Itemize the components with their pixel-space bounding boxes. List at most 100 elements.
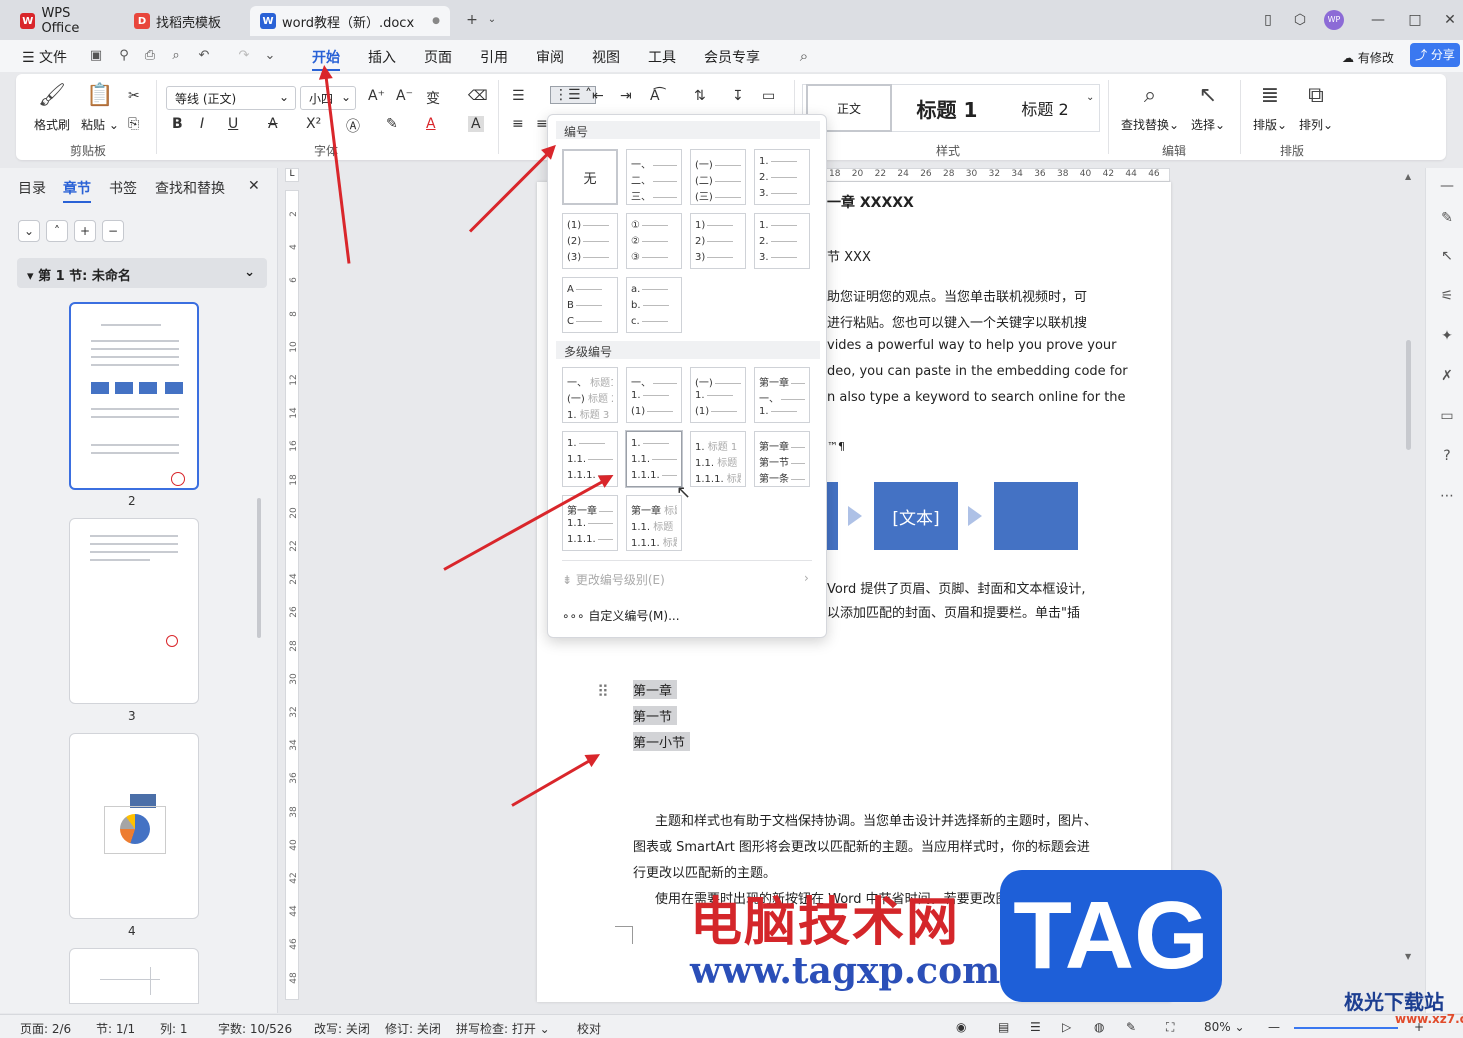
shrink-font-icon[interactable]: A⁻ (396, 88, 413, 104)
numbering-style-option[interactable]: 一、 二、 三、 (626, 149, 682, 205)
help-icon[interactable]: ? (1438, 448, 1456, 466)
smartart-box[interactable] (826, 482, 838, 550)
strikethrough-icon[interactable]: A (268, 116, 278, 132)
numbering-none[interactable]: 无 (562, 149, 618, 205)
tab-wps-office[interactable]: W WPS Office (10, 6, 120, 36)
print-preview-icon[interactable]: ⌕ (168, 48, 184, 64)
cube-icon[interactable]: ⬡ (1290, 10, 1310, 30)
multilevel-style-option[interactable]: 第一章 一、 1. (754, 367, 810, 423)
format-painter-button[interactable]: 🖌 格式刷 (30, 82, 74, 133)
find-replace-button[interactable]: ⌕ 查找替换⌄ (1120, 82, 1180, 133)
page-thumbnail[interactable] (69, 948, 199, 1004)
multilevel-style-option[interactable]: 1. 标题 1 1.1. 标题 2 1.1.1. 标题 3 (690, 431, 746, 487)
status-track-changes[interactable]: 修订: 关闭 (385, 1020, 441, 1037)
numbering-style-option[interactable]: ① ② ③ (626, 213, 682, 269)
nav-tab-bookmarks[interactable]: 书签 (109, 178, 137, 198)
menu-insert[interactable]: 插入 (368, 47, 396, 67)
smartart-box[interactable]: [文本] (874, 482, 958, 550)
pen-icon[interactable]: ✎ (1438, 210, 1456, 228)
avatar[interactable]: WP (1324, 10, 1344, 30)
increase-indent-icon[interactable]: ⇥ (620, 88, 632, 104)
menu-reference[interactable]: 引用 (480, 47, 508, 67)
smartart-box[interactable] (994, 482, 1078, 550)
play-icon[interactable]: ▷ (1062, 1020, 1071, 1034)
status-word-count[interactable]: 字数: 10/526 (218, 1020, 292, 1037)
numbering-style-option[interactable]: (1) (2) (3) (562, 213, 618, 269)
page-thumbnail[interactable] (69, 733, 199, 919)
fit-page-icon[interactable]: ⛶ (1166, 1020, 1174, 1035)
outline-view-icon[interactable]: ☰ (1030, 1020, 1041, 1034)
nav-scrollbar[interactable] (257, 498, 261, 638)
unsaved-dot-icon[interactable]: ● (432, 16, 440, 26)
char-shading-icon[interactable]: A (468, 116, 484, 132)
modified-status[interactable]: ☁ 有修改 (1342, 49, 1394, 66)
multilevel-style-option[interactable]: 一、 1. (1) (626, 367, 682, 423)
more-icon[interactable]: ⋯ (1438, 488, 1456, 506)
multilevel-style-option[interactable]: 一、 标题1 (一) 标题 2 1. 标题 3 (562, 367, 618, 423)
underline-icon[interactable]: U (228, 116, 238, 132)
cursor-icon[interactable]: ↖ (1438, 248, 1456, 266)
bold-icon[interactable]: B (172, 116, 183, 132)
page-thumbnail[interactable] (69, 518, 199, 704)
ruler-corner[interactable]: L (285, 168, 299, 182)
align-center-icon[interactable]: ≡ (536, 116, 548, 132)
show-marks-icon[interactable]: ▭ (762, 88, 775, 104)
menu-tools[interactable]: 工具 (648, 47, 676, 67)
document-scrollbar[interactable] (1406, 340, 1411, 450)
nav-tab-toc[interactable]: 目录 (18, 178, 46, 198)
tab-docer-templates[interactable]: D 找稻壳模板 (124, 6, 246, 36)
undo-icon[interactable]: ↶ (196, 48, 212, 64)
highlight-icon[interactable]: ✎ (386, 116, 398, 132)
add-section-icon[interactable]: + (74, 220, 96, 242)
menu-review[interactable]: 审阅 (536, 47, 564, 67)
numbering-style-option[interactable]: (一) (二) (三) (690, 149, 746, 205)
numbering-style-option[interactable]: 1. 2. 3. (754, 149, 810, 205)
numbering-style-option[interactable]: a. b. c. (626, 277, 682, 333)
eye-icon[interactable]: ◉ (956, 1020, 966, 1034)
custom-numbering-item[interactable]: ∘∘∘ 自定义编号(M)... (562, 607, 680, 624)
zoom-out-icon[interactable]: — (1268, 1020, 1280, 1034)
status-overtype[interactable]: 改写: 关闭 (314, 1020, 370, 1037)
new-tab-icon[interactable]: + (462, 10, 482, 30)
paste-button[interactable]: 📋 粘贴 ⌄ (80, 82, 120, 133)
web-view-icon[interactable]: ◍ (1094, 1020, 1104, 1034)
numbering-style-option[interactable]: ABC (562, 277, 618, 333)
sort-icon[interactable]: ↧ (732, 88, 744, 104)
adjust-icon[interactable]: ⚟ (1438, 288, 1456, 306)
font-color-icon[interactable]: A (426, 116, 436, 132)
superscript-icon[interactable]: X² (306, 116, 321, 132)
text-effect-icon[interactable]: Ⓐ (346, 116, 360, 136)
book-icon[interactable]: ▭ (1438, 408, 1456, 426)
status-proofread[interactable]: 校对 (577, 1020, 601, 1037)
text-direction-icon[interactable]: A͡ (650, 88, 660, 104)
phonetic-icon[interactable]: 变 (426, 88, 440, 108)
typeset-button[interactable]: ≣ 排版⌄ (1250, 82, 1290, 133)
minimize-icon[interactable]: — (1368, 10, 1388, 30)
zoom-slider[interactable] (1294, 1027, 1398, 1029)
tab-list-chevron-icon[interactable]: ⌄ (482, 10, 502, 30)
multilevel-style-option[interactable]: 第一章 标题1 1.1. 标题 2 1.1.1. 标题 3 (626, 495, 682, 551)
eraser-icon[interactable]: ⌫ (468, 88, 488, 104)
numbering-style-option[interactable]: 1. 2. 3. (754, 213, 810, 269)
collapse-icon[interactable]: — (1438, 178, 1456, 196)
remove-section-icon[interactable]: − (102, 220, 124, 242)
status-column[interactable]: 列: 1 (160, 1020, 188, 1037)
change-level-item[interactable]: ⇟ 更改编号级别(E) › (562, 571, 809, 588)
page-thumbnail[interactable] (69, 302, 199, 490)
link-icon[interactable]: ⚲ (116, 48, 132, 64)
multilevel-style-option[interactable]: 第一章 第一节 第一条 (754, 431, 810, 487)
tab-document[interactable]: W word教程（新）.docx ● (250, 6, 450, 36)
selected-text[interactable]: 第一章 (633, 680, 677, 699)
zoom-select[interactable]: 80% ⌄ (1204, 1020, 1245, 1034)
numbering-button[interactable]: ⋮☰ ˄ (550, 86, 597, 104)
selected-text[interactable]: 第一节 (633, 706, 677, 725)
italic-icon[interactable]: I (200, 116, 204, 132)
numbering-style-option[interactable]: 1) 2) 3) (690, 213, 746, 269)
close-pane-icon[interactable]: ✕ (248, 178, 260, 194)
line-spacing-icon[interactable]: ⇅ (694, 88, 706, 104)
tools-icon[interactable]: ✗ (1438, 368, 1456, 386)
align-left-icon[interactable]: ≡ (512, 116, 524, 132)
status-page[interactable]: 页面: 2/6 (20, 1020, 71, 1037)
pen-mode-icon[interactable]: ✎ (1126, 1020, 1136, 1034)
nav-tab-sections[interactable]: 章节 (63, 178, 91, 203)
